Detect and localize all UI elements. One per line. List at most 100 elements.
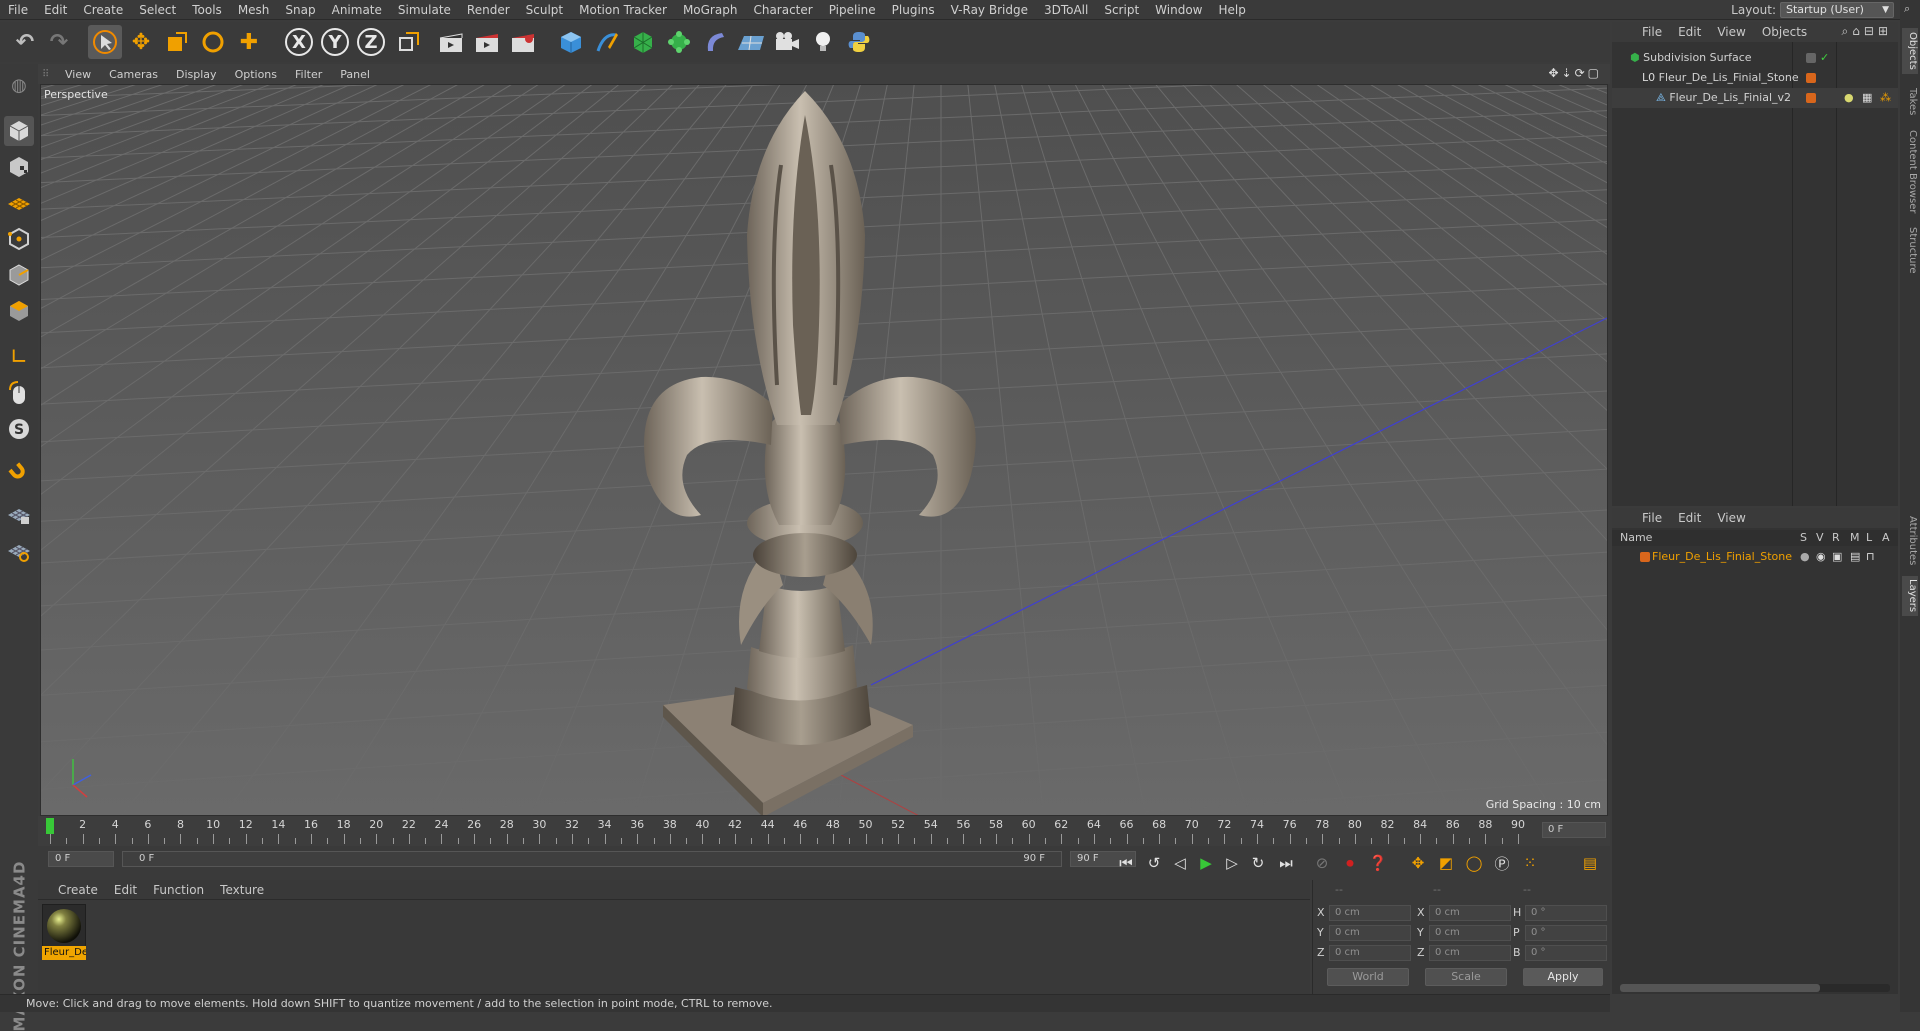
obj-menu-edit[interactable]: Edit <box>1670 25 1709 39</box>
mat-menu-create[interactable]: Create <box>50 883 106 897</box>
size-mode-dropdown[interactable]: Scale <box>1425 968 1507 986</box>
menu-pipeline[interactable]: Pipeline <box>821 0 884 20</box>
menu-file[interactable]: File <box>0 0 36 20</box>
scale-tool-button[interactable] <box>160 25 194 59</box>
render-view-button[interactable] <box>434 25 468 59</box>
size-y-field[interactable]: 0 cm <box>1429 925 1511 941</box>
autokey-button[interactable]: ⏺ <box>1338 851 1362 875</box>
layer-scrollbar[interactable] <box>1620 984 1890 992</box>
redo-button[interactable]: ↷ <box>42 25 76 59</box>
layer-menu-edit[interactable]: Edit <box>1670 511 1709 525</box>
model-mode-button[interactable] <box>4 116 34 146</box>
record-keys-button[interactable]: ⊘ <box>1310 851 1334 875</box>
menu-select[interactable]: Select <box>131 0 184 20</box>
lock-icon[interactable]: ⊓ <box>1866 548 1875 566</box>
solo-toggle[interactable]: ● <box>1800 548 1810 566</box>
vp-menu-view[interactable]: View <box>56 68 100 81</box>
menu-edit[interactable]: Edit <box>36 0 75 20</box>
tab-takes[interactable]: Takes <box>1902 84 1918 120</box>
coord-system-dropdown[interactable]: World <box>1327 968 1409 986</box>
scrollbar-thumb[interactable] <box>1620 984 1820 992</box>
obj-menu-objects[interactable]: Objects <box>1754 25 1815 39</box>
previous-key-button[interactable]: ↺ <box>1142 851 1166 875</box>
points-mode-button[interactable] <box>4 224 34 254</box>
3d-viewport[interactable]: Perspective Grid Spacing : 10 cm <box>40 84 1608 816</box>
magnet-button[interactable] <box>4 458 34 488</box>
menu-window[interactable]: Window <box>1147 0 1210 20</box>
select-tool-button[interactable] <box>88 25 122 59</box>
subdivision-surface-button[interactable] <box>626 25 660 59</box>
vp-menu-display[interactable]: Display <box>167 68 226 81</box>
rot-h-field[interactable]: 0 ° <box>1525 905 1607 921</box>
polygons-mode-button[interactable] <box>4 296 34 326</box>
menu-tools[interactable]: Tools <box>184 0 230 20</box>
start-frame-field[interactable]: 0 F <box>48 851 114 867</box>
menu-mograph[interactable]: MoGraph <box>675 0 746 20</box>
undo-button[interactable]: ↶ <box>8 25 42 59</box>
menu-simulate[interactable]: Simulate <box>390 0 459 20</box>
pos-x-field[interactable]: 0 cm <box>1329 905 1411 921</box>
tab-attributes[interactable]: Attributes <box>1902 510 1918 572</box>
material-name[interactable]: Fleur_De <box>42 946 86 960</box>
lock-x-button[interactable]: X <box>282 25 316 59</box>
range-slider[interactable]: 0 F 90 F <box>122 851 1062 867</box>
menu-mesh[interactable]: Mesh <box>230 0 278 20</box>
vp-menu-panel[interactable]: Panel <box>331 68 379 81</box>
layer-menu-file[interactable]: File <box>1634 511 1670 525</box>
light-button[interactable] <box>806 25 840 59</box>
rotate-tool-button[interactable] <box>196 25 230 59</box>
object-search-icons[interactable]: ⌕⌂⊟⊞ <box>1842 24 1892 39</box>
rot-p-field[interactable]: 0 ° <box>1525 925 1607 941</box>
locked-workplane-button[interactable] <box>4 536 34 566</box>
next-frame-button[interactable]: ▷ <box>1220 851 1244 875</box>
search-icon[interactable]: ⌕ <box>1904 2 1910 16</box>
key-scale-button[interactable]: ◩ <box>1434 851 1458 875</box>
go-to-start-button[interactable]: ⏮ <box>1114 851 1138 875</box>
size-z-field[interactable]: 0 cm <box>1429 945 1511 961</box>
menu-script[interactable]: Script <box>1096 0 1147 20</box>
floor-button[interactable] <box>734 25 768 59</box>
menu-animate[interactable]: Animate <box>324 0 390 20</box>
key-rotation-button[interactable]: ◯ <box>1462 851 1486 875</box>
key-position-button[interactable]: ✥ <box>1406 851 1430 875</box>
keyframe-selection-button[interactable]: ❓ <box>1366 851 1390 875</box>
edges-mode-button[interactable] <box>4 260 34 290</box>
spline-pen-button[interactable] <box>590 25 624 59</box>
cube-primitive-button[interactable] <box>554 25 588 59</box>
material-tag-icon[interactable]: ● <box>1844 88 1854 108</box>
layer-row[interactable]: Fleur_De_Lis_Finial_Stone ● ◉ ▣ ▤ ⊓ <box>1612 548 1898 566</box>
lock-z-button[interactable]: Z <box>354 25 388 59</box>
menu-help[interactable]: Help <box>1210 0 1253 20</box>
mat-menu-texture[interactable]: Texture <box>212 883 272 897</box>
viewport-nav-icons[interactable]: ✥⇣⟳▢ <box>1548 66 1602 80</box>
workplane-lock-button[interactable] <box>4 500 34 530</box>
pos-y-field[interactable]: 0 cm <box>1329 925 1411 941</box>
apply-button[interactable]: Apply <box>1523 968 1603 986</box>
menu-motion-tracker[interactable]: Motion Tracker <box>571 0 675 20</box>
manager-toggle[interactable]: ▤ <box>1850 548 1860 566</box>
play-button[interactable]: ▶ <box>1194 851 1218 875</box>
vp-menu-filter[interactable]: Filter <box>286 68 331 81</box>
workplane-mode-button[interactable] <box>4 188 34 218</box>
snap-button[interactable]: S <box>4 414 34 444</box>
go-to-end-button[interactable]: ⏭ <box>1274 851 1298 875</box>
timeline-ticks[interactable]: 0246810121416182022242628303234363840424… <box>46 816 1528 846</box>
object-row-v2[interactable]: ⟁ Fleur_De_Lis_Finial_v2 ● ▦ ⁂ <box>1612 88 1898 108</box>
object-row-subdivision[interactable]: ⬢ Subdivision Surface ✓ <box>1612 48 1898 68</box>
menu-create[interactable]: Create <box>75 0 131 20</box>
tab-structure[interactable]: Structure <box>1902 222 1918 278</box>
layer-color-swatch[interactable] <box>1806 73 1816 83</box>
mat-menu-edit[interactable]: Edit <box>106 883 145 897</box>
tab-layers[interactable]: Layers <box>1902 576 1918 616</box>
timeline-ruler[interactable]: 0246810121416182022242628303234363840424… <box>38 816 1610 846</box>
live-selection-button[interactable]: ✚ <box>232 25 266 59</box>
phong-tag-icon[interactable]: ⁂ <box>1880 88 1891 108</box>
layout-dropdown[interactable]: Startup (User) ▼ <box>1780 2 1894 18</box>
menu-vray-bridge[interactable]: V-Ray Bridge <box>943 0 1036 20</box>
menu-render[interactable]: Render <box>459 0 518 20</box>
menu-3dtoall[interactable]: 3DToAll <box>1036 0 1096 20</box>
checker-tag-icon[interactable]: ▦ <box>1862 88 1872 108</box>
layer-toggle[interactable] <box>1806 53 1816 63</box>
vp-menu-cameras[interactable]: Cameras <box>100 68 167 81</box>
pos-z-field[interactable]: 0 cm <box>1329 945 1411 961</box>
